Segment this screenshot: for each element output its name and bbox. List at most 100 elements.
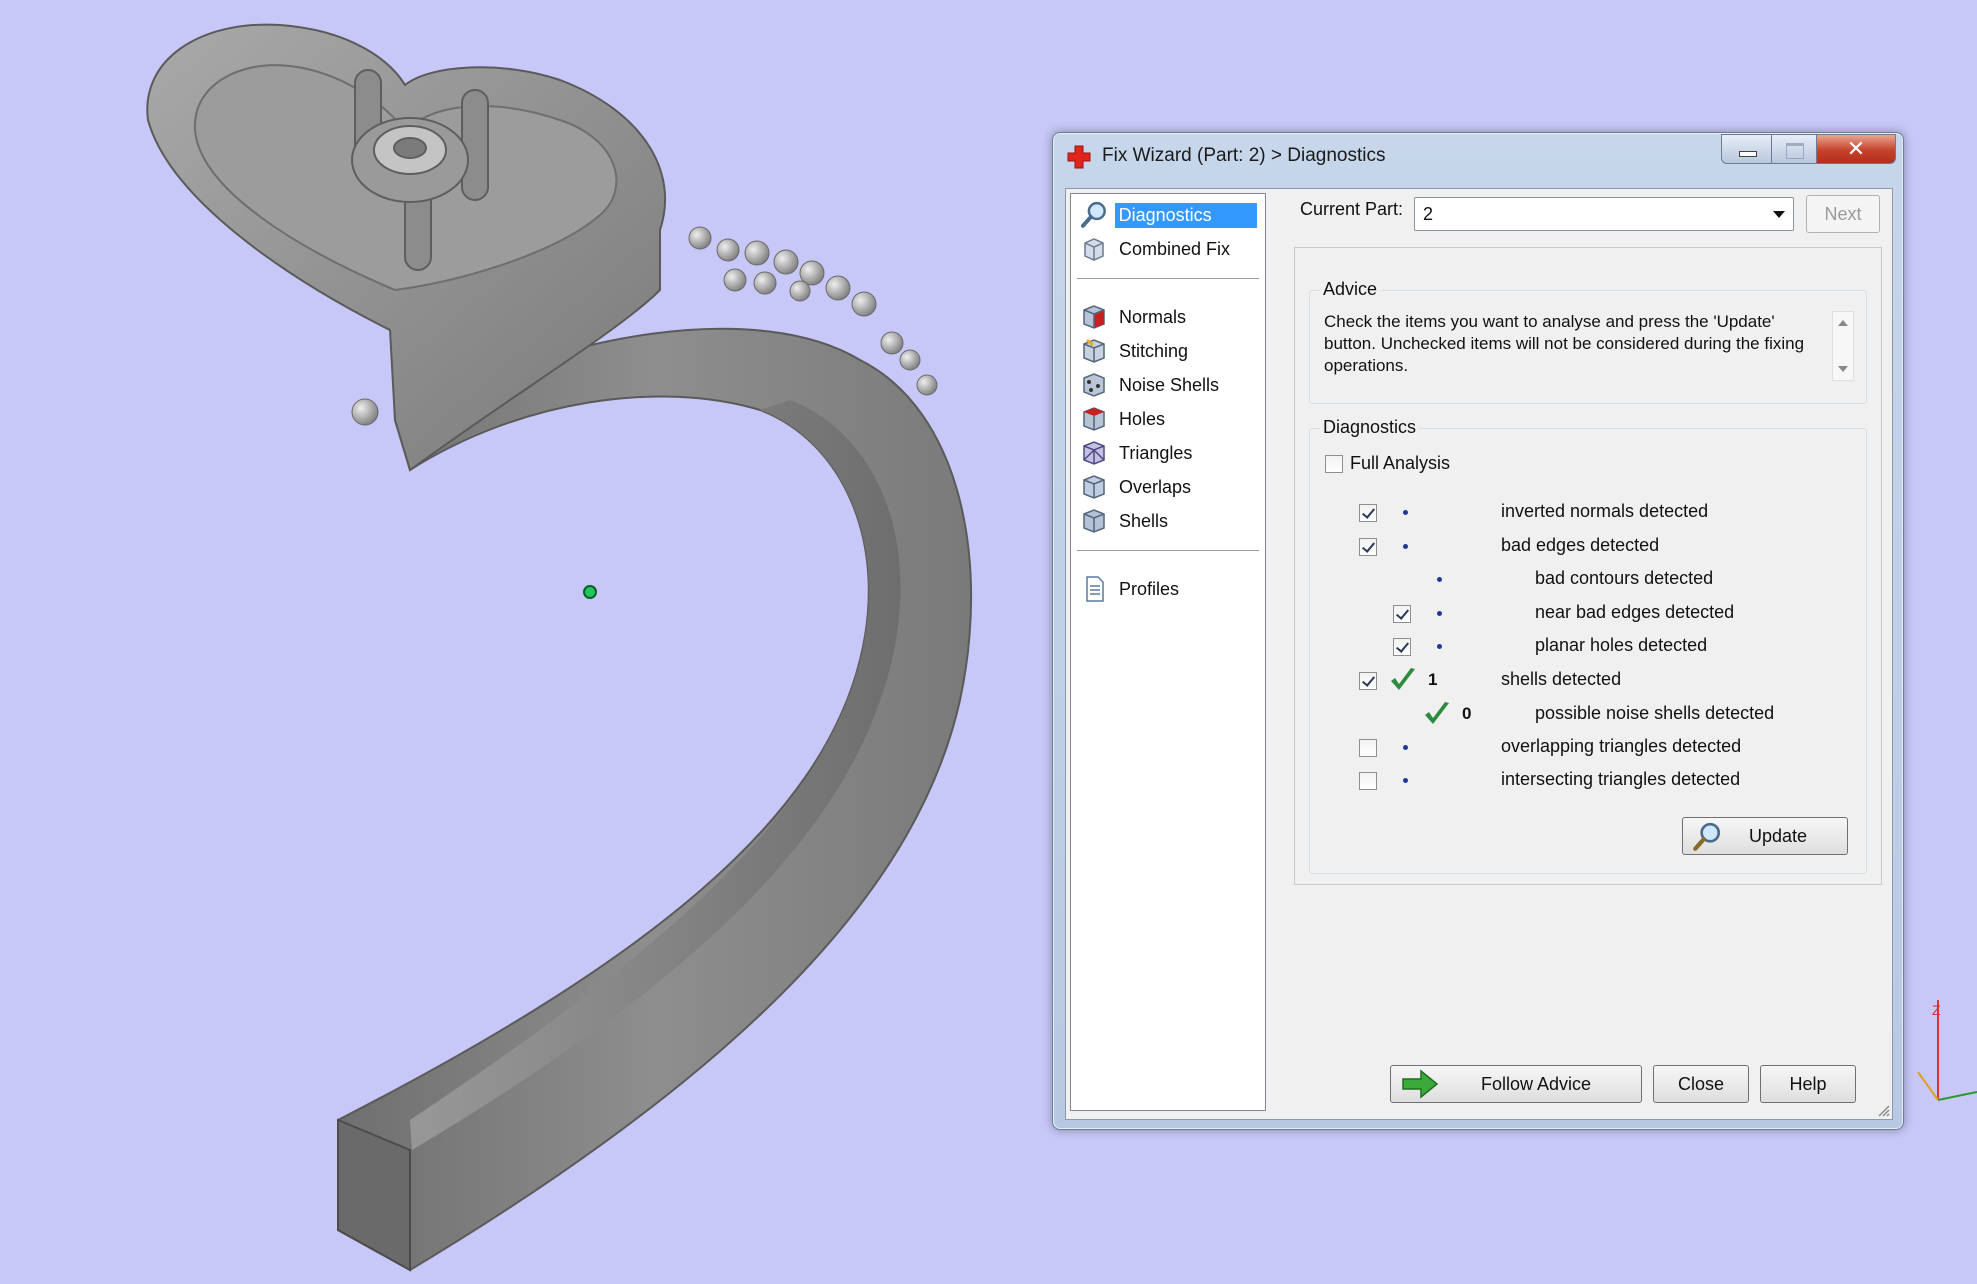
status-dot [1403, 745, 1408, 750]
update-button[interactable]: Update [1682, 817, 1848, 855]
nav-label: Shells [1119, 510, 1169, 531]
normals-cube-icon [1083, 305, 1105, 329]
maximize-icon [1786, 143, 1804, 159]
nav-item-noise-shells[interactable]: Noise Shells [1079, 370, 1257, 400]
nav-item-holes[interactable]: Holes [1079, 404, 1257, 434]
window-title: Fix Wizard (Part: 2) > Diagnostics [1102, 145, 1386, 166]
full-analysis-label: Full Analysis [1350, 453, 1451, 473]
update-label: Update [1748, 826, 1808, 846]
inverted-normals-checkbox[interactable] [1359, 504, 1377, 522]
minimize-icon [1739, 151, 1757, 157]
medical-cross-icon [1067, 145, 1091, 169]
next-button[interactable]: Next [1806, 195, 1880, 233]
status-dot [1403, 778, 1408, 783]
diag-label: bad contours detected [1535, 568, 1714, 588]
nav-separator [1077, 278, 1259, 280]
side-stone [351, 398, 379, 426]
follow-advice-button[interactable]: Follow Advice [1390, 1065, 1642, 1103]
status-dot [1437, 611, 1442, 616]
nav-item-normals[interactable]: Normals [1079, 302, 1257, 332]
noise-shells-cube-icon [1083, 373, 1105, 397]
help-button[interactable]: Help [1760, 1065, 1856, 1103]
nav-item-profiles[interactable]: Profiles [1079, 574, 1257, 604]
nav-label: Overlaps [1119, 476, 1192, 497]
advice-text: Check the items you want to analyse and … [1324, 312, 1805, 375]
scroll-down-icon [1838, 366, 1848, 372]
nav-label: Stitching [1119, 340, 1189, 361]
nav-label: Holes [1119, 408, 1166, 429]
bad-edges-checkbox[interactable] [1359, 538, 1377, 556]
follow-advice-label: Follow Advice [1480, 1074, 1592, 1094]
nav-item-diagnostics[interactable]: Diagnostics [1079, 200, 1257, 230]
minimize-button[interactable] [1721, 134, 1772, 164]
advice-title: Advice [1320, 279, 1381, 300]
resize-grip-icon[interactable] [1876, 1103, 1890, 1117]
stitching-cube-icon [1083, 338, 1105, 363]
scroll-up-icon [1838, 320, 1848, 326]
profiles-document-icon [1086, 576, 1104, 602]
dialog-client-area: Diagnostics Combined Fix Normals Stitchi… [1065, 188, 1893, 1120]
noise-shells-count: 0 [1462, 704, 1472, 723]
diagnostics-title: Diagnostics [1320, 417, 1420, 438]
pivot-point [583, 585, 597, 599]
diag-label: near bad edges detected [1535, 602, 1735, 622]
diag-label: inverted normals detected [1501, 501, 1709, 521]
advice-scrollbar[interactable] [1832, 311, 1854, 381]
intersecting-triangles-checkbox[interactable] [1359, 772, 1377, 790]
current-part-value: 2 [1423, 204, 1434, 224]
close-window-button[interactable]: ✕ [1816, 134, 1896, 164]
green-check-icon [1391, 668, 1415, 690]
green-check-icon [1425, 702, 1449, 724]
title-bar[interactable]: Fix Wizard (Part: 2) > Diagnostics ✕ [1053, 133, 1903, 177]
shells-count: 1 [1428, 670, 1438, 689]
diag-label: overlapping triangles detected [1501, 736, 1742, 756]
svg-text:Z: Z [1932, 1002, 1941, 1018]
magnifier-icon [1693, 822, 1721, 851]
shells-checkbox[interactable] [1359, 672, 1377, 690]
planar-holes-checkbox[interactable] [1393, 638, 1411, 656]
nav-separator [1077, 550, 1259, 552]
diag-label: intersecting triangles detected [1501, 769, 1741, 789]
nav-label: Profiles [1119, 578, 1180, 599]
status-dot [1403, 510, 1408, 515]
nav-label: Normals [1119, 306, 1187, 327]
nav-item-triangles[interactable]: Triangles [1079, 438, 1257, 468]
ring-model[interactable] [146, 23, 973, 1272]
advice-group: Advice Check the items you want to analy… [1309, 279, 1867, 404]
maximize-button[interactable] [1771, 134, 1817, 164]
shells-cube-icon [1083, 509, 1105, 533]
diagnostics-group: Diagnostics Full Analysis inverted norma… [1309, 417, 1867, 874]
status-dot [1437, 644, 1442, 649]
nav-label: Triangles [1119, 442, 1193, 463]
axis-gizmo: Z [1917, 1000, 1977, 1101]
status-dot [1403, 544, 1408, 549]
status-dot [1437, 577, 1442, 582]
fix-wizard-window[interactable]: Fix Wizard (Part: 2) > Diagnostics ✕ Dia… [1052, 132, 1904, 1130]
magnifier-icon [1080, 201, 1106, 228]
diag-label: planar holes detected [1535, 635, 1708, 655]
nav-label: Combined Fix [1119, 238, 1231, 259]
nav-label: Noise Shells [1119, 374, 1220, 395]
current-part-label: Current Part: [1300, 199, 1404, 219]
close-icon: ✕ [1846, 136, 1866, 161]
overlapping-triangles-checkbox[interactable] [1359, 739, 1377, 757]
nav-item-combined-fix[interactable]: Combined Fix [1079, 234, 1257, 264]
current-part-select[interactable]: 2 [1414, 197, 1794, 231]
full-analysis-checkbox[interactable] [1325, 455, 1343, 473]
diagnostics-panel: Advice Check the items you want to analy… [1294, 247, 1882, 885]
nav-item-overlaps[interactable]: Overlaps [1079, 472, 1257, 502]
nav-item-stitching[interactable]: Stitching [1079, 336, 1257, 366]
nav-item-shells[interactable]: Shells [1079, 506, 1257, 536]
diag-label: bad edges detected [1501, 535, 1660, 555]
close-button[interactable]: Close [1653, 1065, 1749, 1103]
combined-fix-icon [1084, 238, 1104, 261]
diag-label: possible noise shells detected [1535, 703, 1775, 723]
nav-label: Diagnostics [1114, 202, 1257, 228]
overlaps-cube-icon [1083, 475, 1105, 499]
chevron-down-icon [1773, 211, 1785, 218]
green-arrow-icon [1402, 1069, 1439, 1099]
triangles-cube-icon [1083, 441, 1105, 465]
near-bad-edges-checkbox[interactable] [1393, 605, 1411, 623]
wizard-nav-panel: Diagnostics Combined Fix Normals Stitchi… [1070, 193, 1266, 1111]
diag-label: shells detected [1501, 669, 1622, 689]
